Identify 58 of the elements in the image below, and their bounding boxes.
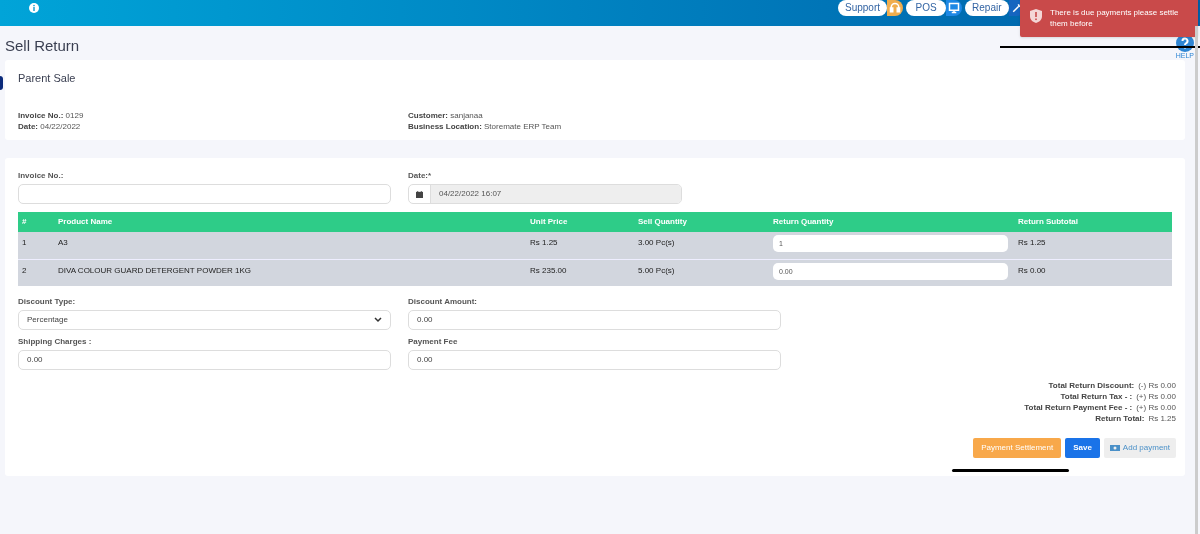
total-value: (+) Rs 0.00 [1136,402,1176,413]
column-header: # [22,216,28,228]
column-header: Return Quantity [773,216,835,228]
section-title: Parent Sale [18,71,77,86]
field-label: Shipping Charges : [18,336,93,348]
date-value: 04/22/2022 16:07 [431,185,681,203]
total-value: (-) Rs 0.00 [1138,380,1176,391]
total-label: Total Return Tax - : [1060,391,1133,402]
column-header: Unit Price [530,216,569,228]
info-text: Business Location: Storemate ERP Team [408,120,563,132]
field-label: Discount Type: [18,296,77,308]
table-cell-text: 2 [22,265,28,277]
action-button[interactable]: Save [1065,438,1100,458]
monitor-icon[interactable] [946,0,963,16]
field-label: Payment Fee [408,336,459,348]
field-label: Date:* [408,170,433,182]
page-title: Sell Return [5,36,80,56]
total-value: (+) Rs 0.00 [1136,391,1176,402]
column-header: Product Name [58,216,114,228]
field-value: 0.00 [27,354,43,366]
table-cell-text: 3.00 Pc(s) [638,237,676,249]
field-value: 0.00 [417,354,433,366]
total-value: Rs 1.25 [1148,413,1176,424]
column-header: Return Subtotal [1018,216,1079,228]
field-value: 0.00 [417,314,433,326]
total-label: Return Total: [1095,413,1145,424]
table-cell-text: Rs 1.25 [1018,237,1047,249]
field-value: Percentage [27,314,68,326]
table-cell-text: 1 [22,237,28,249]
info-text: Date: 04/22/2022 [18,120,82,132]
field-label: Invoice No.: [18,170,65,182]
input-field[interactable]: 0.00 [18,350,391,370]
header-button[interactable]: POS [906,0,947,16]
table-cell-text: Rs 0.00 [1018,265,1047,277]
table-cell-text: A3 [58,237,69,249]
field-label: Discount Amount: [408,296,479,308]
total-label: Total Return Discount: [1048,380,1135,391]
table-cell-text: Rs 1.25 [530,237,559,249]
table-cell-text: DIVA COLOUR GUARD DETERGENT POWDER 1KG [58,265,253,277]
toast-message: There is due payments please settle them before [1050,7,1180,29]
header-button[interactable]: Repair [965,0,1009,16]
headset-icon[interactable] [887,0,904,16]
info-icon [29,3,39,13]
side-tab[interactable] [0,76,3,90]
money-icon [1109,445,1120,451]
shield-icon [1030,9,1042,23]
table-cell-text: 5.00 Pc(s) [638,265,676,277]
chevron-icon [374,317,382,323]
total-label: Total Return Payment Fee - : [1024,402,1133,413]
input-field[interactable]: 0.00 [408,310,781,330]
header-button[interactable]: Support [838,0,888,16]
date-input[interactable]: 04/22/2022 16:07 [408,184,682,204]
table-cell-text: Rs 235.00 [530,265,568,277]
info-text: Invoice No.: 0129 [18,109,85,121]
column-header: Sell Quantity [638,216,688,228]
select-field[interactable]: Percentage [18,310,391,330]
input-field[interactable]: 0.00 [408,350,781,370]
info-text: Customer: sanjanaa [408,109,484,121]
